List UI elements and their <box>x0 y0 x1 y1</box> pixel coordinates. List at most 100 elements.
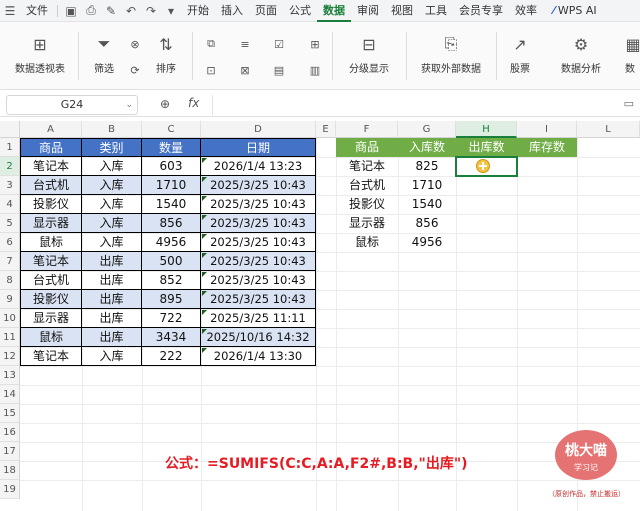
column-header-f[interactable]: F <box>336 121 398 138</box>
table-cell[interactable]: 入库 <box>82 176 142 195</box>
table-cell[interactable]: 2025/3/25 11:11 <box>201 309 316 328</box>
sort-button[interactable]: ⇅ 排序 <box>148 32 184 76</box>
tab-data[interactable]: 数据 <box>317 0 351 22</box>
external-data-button[interactable]: ⎘ 获取外部数据 <box>412 32 490 75</box>
row-header[interactable]: 8 <box>0 271 20 290</box>
consolidate-icon[interactable]: ⊞ <box>306 36 324 52</box>
menu-icon[interactable]: ☰ <box>0 0 20 22</box>
formula-input[interactable] <box>212 95 612 115</box>
table-cell[interactable]: 4956 <box>142 233 201 252</box>
table-cell[interactable]: 722 <box>142 309 201 328</box>
table-cell[interactable]: 入库 <box>82 214 142 233</box>
table-cell[interactable]: 出库 <box>82 290 142 309</box>
table-cell[interactable]: 3434 <box>142 328 201 347</box>
print-icon[interactable]: ⎙ <box>81 0 101 22</box>
tab-page[interactable]: 页面 <box>249 0 283 22</box>
more-ribbon-button[interactable]: ▦ 数 <box>620 32 640 76</box>
table-cell[interactable]: 显示器 <box>20 214 82 233</box>
row-header[interactable]: 4 <box>0 195 20 214</box>
table-cell[interactable]: 鼠标 <box>20 233 82 252</box>
row-header[interactable]: 13 <box>0 366 20 385</box>
filter-button[interactable]: ⏷ 筛选 <box>86 32 122 75</box>
name-box[interactable]: G24 ⌄ <box>6 95 138 115</box>
table-cell[interactable]: 出库 <box>82 309 142 328</box>
chevron-down-icon[interactable]: ⌄ <box>125 96 133 114</box>
row-header[interactable]: 15 <box>0 404 20 423</box>
table-cell[interactable]: 1540 <box>142 195 201 214</box>
row-header[interactable]: 9 <box>0 290 20 309</box>
table-cell[interactable]: 鼠标 <box>20 328 82 347</box>
dropdown-list-icon[interactable]: ▤ <box>270 62 288 78</box>
column-header-a[interactable]: A <box>20 121 82 138</box>
undo-icon[interactable]: ↶ <box>121 0 141 22</box>
table-cell[interactable]: 2025/3/25 10:43 <box>201 271 316 290</box>
table-cell[interactable]: 出库 <box>82 328 142 347</box>
table-cell[interactable]: 2026/1/4 13:23 <box>201 157 316 176</box>
table-cell[interactable]: 入库 <box>82 195 142 214</box>
table-header-cell[interactable]: 类别 <box>82 138 142 157</box>
format-painter-icon[interactable]: ✎ <box>101 0 121 22</box>
select-all-corner[interactable] <box>0 121 20 138</box>
table-cell[interactable]: 2025/3/25 10:43 <box>201 252 316 271</box>
summary-cell[interactable]: 825 <box>398 157 456 176</box>
table-cell[interactable]: 台式机 <box>20 176 82 195</box>
tab-review[interactable]: 审阅 <box>351 0 385 22</box>
row-header[interactable]: 19 <box>0 480 20 499</box>
column-header-g[interactable]: G <box>398 121 456 138</box>
tab-tools[interactable]: 工具 <box>419 0 453 22</box>
summary-cell[interactable]: 台式机 <box>336 176 398 195</box>
tab-efficiency[interactable]: 效率 <box>509 0 543 22</box>
table-cell[interactable]: 笔记本 <box>20 347 82 366</box>
table-header-cell[interactable]: 商品 <box>20 138 82 157</box>
table-cell[interactable]: 2025/3/25 10:43 <box>201 176 316 195</box>
table-cell[interactable]: 603 <box>142 157 201 176</box>
summary-cell[interactable]: 1540 <box>398 195 456 214</box>
redo-icon[interactable]: ↷ <box>141 0 161 22</box>
simulate-icon[interactable]: ▥ <box>306 62 324 78</box>
tab-formula[interactable]: 公式 <box>283 0 317 22</box>
column-header-l[interactable]: L <box>577 121 640 138</box>
summary-cell[interactable]: 显示器 <box>336 214 398 233</box>
wps-ai-button[interactable]: ⁄ WPS AI <box>547 4 603 17</box>
row-header[interactable]: 7 <box>0 252 20 271</box>
menu-file[interactable]: 文件 <box>20 0 54 22</box>
fx-icon[interactable]: fx <box>188 96 199 110</box>
table-cell[interactable]: 852 <box>142 271 201 290</box>
row-header[interactable]: 17 <box>0 442 20 461</box>
row-header[interactable]: 11 <box>0 328 20 347</box>
row-header[interactable]: 14 <box>0 385 20 404</box>
column-header-c[interactable]: C <box>142 121 201 138</box>
table-cell[interactable]: 入库 <box>82 233 142 252</box>
row-header[interactable]: 16 <box>0 423 20 442</box>
tab-insert[interactable]: 插入 <box>215 0 249 22</box>
row-header[interactable]: 2 <box>0 157 20 176</box>
summary-header-cell[interactable]: 出库数 <box>456 138 517 157</box>
tab-member[interactable]: 会员专享 <box>453 0 509 22</box>
column-header-h[interactable]: H <box>456 121 517 138</box>
stocks-button[interactable]: ↗ 股票 <box>500 32 540 76</box>
table-cell[interactable]: 2025/3/25 10:43 <box>201 290 316 309</box>
table-cell[interactable]: 台式机 <box>20 271 82 290</box>
tab-view[interactable]: 视图 <box>385 0 419 22</box>
outline-button[interactable]: ⊟ 分级显示 <box>338 32 400 76</box>
table-cell[interactable]: 2025/3/25 10:43 <box>201 233 316 252</box>
row-header[interactable]: 3 <box>0 176 20 195</box>
column-header-d[interactable]: D <box>201 121 316 138</box>
table-cell[interactable]: 出库 <box>82 252 142 271</box>
summary-header-cell[interactable]: 库存数 <box>517 138 577 157</box>
table-cell[interactable]: 856 <box>142 214 201 233</box>
column-header-e[interactable]: E <box>316 121 336 138</box>
table-cell[interactable]: 投影仪 <box>20 195 82 214</box>
highlight-dup-icon[interactable]: ⧉ <box>202 36 220 52</box>
table-cell[interactable]: 入库 <box>82 157 142 176</box>
column-header-i[interactable]: I <box>517 121 577 138</box>
save-icon[interactable]: ▣ <box>61 0 81 22</box>
table-cell[interactable]: 2026/1/4 13:30 <box>201 347 316 366</box>
summary-cell[interactable]: 1710 <box>398 176 456 195</box>
row-header[interactable]: 5 <box>0 214 20 233</box>
validation-icon[interactable]: ☑ <box>270 36 288 52</box>
table-cell[interactable]: 笔记本 <box>20 157 82 176</box>
table-cell[interactable]: 1710 <box>142 176 201 195</box>
summary-cell[interactable]: 笔记本 <box>336 157 398 176</box>
table-cell[interactable]: 2025/3/25 10:43 <box>201 195 316 214</box>
